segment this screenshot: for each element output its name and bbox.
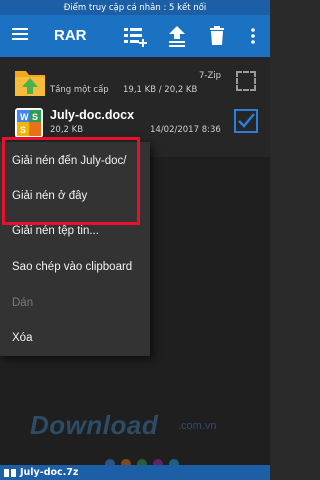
app-title: RAR	[54, 27, 87, 44]
file-date: 14/02/2017 8:36	[150, 125, 221, 135]
menu-item-copy-to-clipboard[interactable]: Sao chép vào clipboard	[12, 261, 132, 273]
add-to-archive-icon[interactable]	[121, 23, 149, 49]
archive-icon	[4, 468, 16, 477]
svg-text:S: S	[32, 112, 38, 122]
menu-item-delete[interactable]: Xóa	[12, 332, 32, 344]
menu-item-extract-files[interactable]: Giải nén tệp tin...	[12, 225, 99, 237]
status-bar: Điểm truy cập cá nhân : 5 kết nối	[0, 0, 270, 15]
parent-folder-label: Tầng một cấp	[50, 85, 109, 95]
svg-text:W: W	[20, 112, 29, 122]
watermark-logo: Download	[30, 410, 159, 440]
archive-name: July-doc.7z	[20, 467, 79, 478]
folder-up-icon	[14, 67, 46, 97]
status-text: Điểm truy cập cá nhân : 5 kết nối	[63, 2, 207, 13]
menu-item-paste: Dán	[12, 297, 34, 309]
highlight-annotation	[2, 137, 140, 225]
file-checkbox-checked[interactable]	[234, 109, 258, 133]
extract-icon[interactable]	[166, 23, 188, 49]
archive-type: 7-Zip	[199, 71, 222, 81]
watermark-domain: .com.vn	[178, 420, 217, 432]
more-vert-icon[interactable]	[248, 23, 258, 49]
svg-text:S: S	[20, 125, 26, 135]
app-toolbar: RAR	[0, 15, 270, 57]
file-name: July-doc.docx	[50, 108, 135, 122]
delete-icon[interactable]	[207, 23, 227, 49]
menu-icon[interactable]	[12, 27, 28, 41]
select-all-checkbox[interactable]	[236, 71, 256, 91]
check-icon	[238, 113, 255, 128]
office-file-icon: W S S	[14, 107, 44, 139]
archive-size: 19,1 KB / 20,2 KB	[123, 85, 198, 95]
bottom-path-bar: July-doc.7z	[0, 465, 270, 480]
file-size: 20,2 KB	[50, 125, 84, 135]
